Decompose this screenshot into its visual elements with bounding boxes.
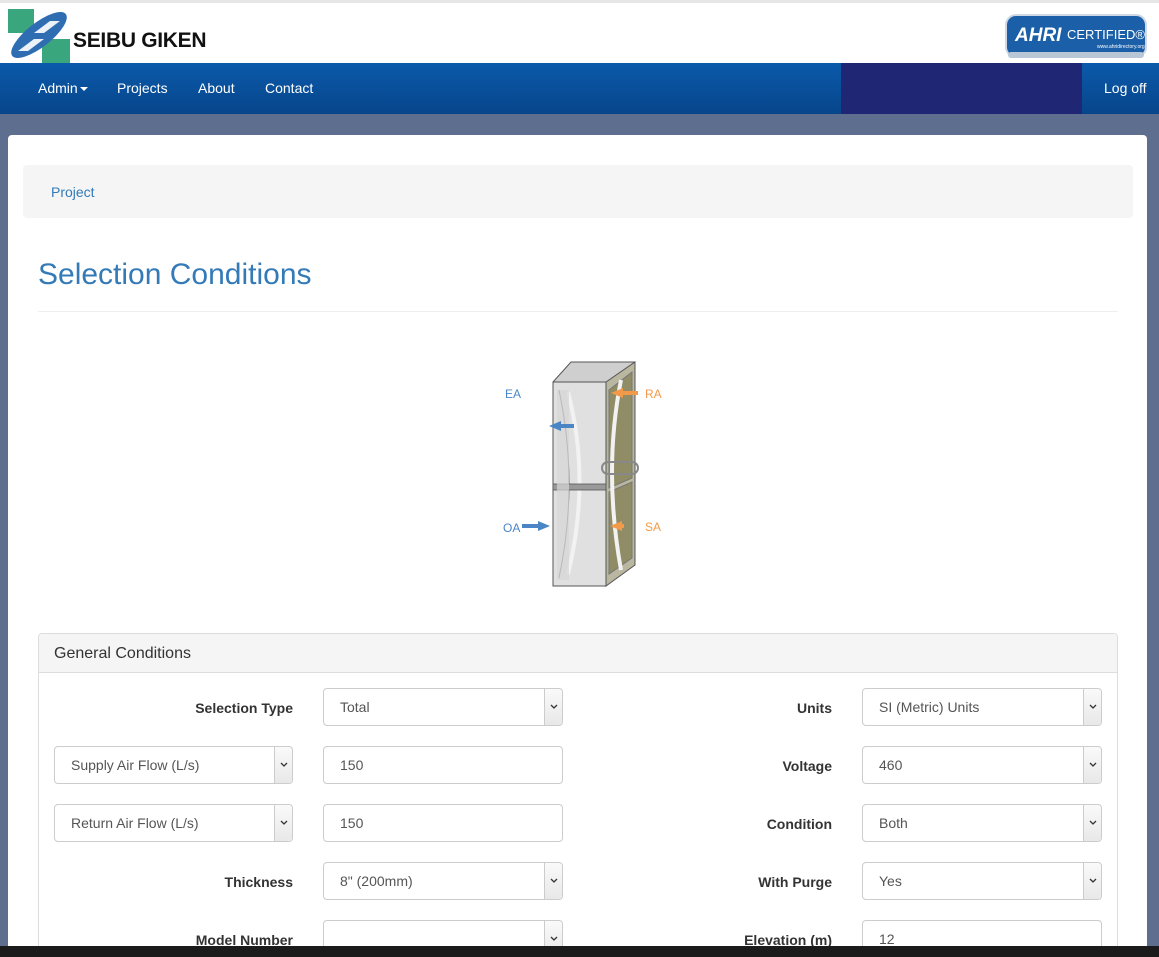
nav-admin-label: Admin bbox=[38, 80, 78, 96]
chevron-down-icon bbox=[1089, 704, 1097, 709]
return-air-flow-select[interactable]: Return Air Flow (L/s) bbox=[54, 804, 293, 842]
oa-label: OA bbox=[503, 521, 520, 535]
return-air-flow-input[interactable]: 150 bbox=[323, 804, 563, 842]
svg-text:CERTIFIED®: CERTIFIED® bbox=[1067, 27, 1145, 42]
units-label: Units bbox=[797, 700, 832, 716]
main-navbar: Admin Projects About Contact Log off bbox=[0, 63, 1159, 114]
nav-admin[interactable]: Admin bbox=[38, 63, 88, 114]
condition-select[interactable]: Both bbox=[862, 804, 1102, 842]
chevron-down-icon bbox=[280, 762, 288, 767]
with-purge-select[interactable]: Yes bbox=[862, 862, 1102, 900]
supply-air-flow-input[interactable]: 150 bbox=[323, 746, 563, 784]
breadcrumb-project-link[interactable]: Project bbox=[51, 184, 95, 200]
seibu-giken-logo bbox=[8, 9, 70, 63]
chevron-down-icon bbox=[1089, 878, 1097, 883]
nav-projects[interactable]: Projects bbox=[117, 63, 168, 114]
selection-type-select[interactable]: Total bbox=[323, 688, 563, 726]
chevron-down-icon bbox=[1089, 762, 1097, 767]
nav-contact[interactable]: Contact bbox=[265, 63, 313, 114]
chevron-down-icon bbox=[550, 936, 558, 941]
divider bbox=[38, 311, 1118, 312]
chevron-down-icon bbox=[550, 704, 558, 709]
with-purge-value: Yes bbox=[879, 873, 902, 889]
logoff-link[interactable]: Log off bbox=[1104, 63, 1147, 114]
condition-value: Both bbox=[879, 815, 908, 831]
site-header: SEIBU GIKEN AHRI CERTIFIED® www.ahridire… bbox=[0, 0, 1159, 63]
units-value: SI (Metric) Units bbox=[879, 699, 980, 715]
chevron-down-icon bbox=[280, 820, 288, 825]
ea-label: EA bbox=[505, 387, 521, 401]
ra-label: RA bbox=[645, 387, 662, 401]
sa-label: SA bbox=[645, 520, 661, 534]
svg-text:www.ahridirectory.org: www.ahridirectory.org bbox=[1097, 44, 1145, 50]
chevron-down-icon bbox=[550, 878, 558, 883]
ahri-certified-badge: AHRI CERTIFIED® www.ahridirectory.org bbox=[1005, 14, 1147, 58]
return-air-flow-selector-value: Return Air Flow (L/s) bbox=[71, 815, 199, 831]
selection-type-value: Total bbox=[340, 699, 370, 715]
chevron-down-icon bbox=[1089, 820, 1097, 825]
page-title: Selection Conditions bbox=[38, 258, 312, 291]
navbar-user-area bbox=[841, 63, 1082, 114]
breadcrumb: Project bbox=[23, 165, 1133, 218]
caret-down-icon bbox=[79, 87, 88, 92]
thickness-value: 8" (200mm) bbox=[340, 873, 413, 889]
supply-air-flow-select[interactable]: Supply Air Flow (L/s) bbox=[54, 746, 293, 784]
brand-name: SEIBU GIKEN bbox=[73, 29, 207, 52]
os-taskbar bbox=[0, 946, 1159, 957]
thickness-label: Thickness bbox=[224, 874, 293, 890]
units-select[interactable]: SI (Metric) Units bbox=[862, 688, 1102, 726]
general-conditions-panel: General Conditions Selection Type Total … bbox=[38, 633, 1118, 957]
svg-text:AHRI: AHRI bbox=[1014, 25, 1062, 46]
voltage-label: Voltage bbox=[782, 758, 832, 774]
general-conditions-title: General Conditions bbox=[39, 634, 1117, 673]
content-panel: Project Selection Conditions EA RA OA SA… bbox=[8, 135, 1147, 957]
nav-about[interactable]: About bbox=[198, 63, 235, 114]
supply-air-flow-selector-value: Supply Air Flow (L/s) bbox=[71, 757, 200, 773]
voltage-select[interactable]: 460 bbox=[862, 746, 1102, 784]
energy-wheel-diagram: EA RA OA SA bbox=[503, 361, 662, 587]
condition-label: Condition bbox=[766, 816, 832, 832]
selection-type-label: Selection Type bbox=[195, 700, 293, 716]
voltage-value: 460 bbox=[879, 757, 903, 773]
with-purge-label: With Purge bbox=[758, 874, 832, 890]
thickness-select[interactable]: 8" (200mm) bbox=[323, 862, 563, 900]
